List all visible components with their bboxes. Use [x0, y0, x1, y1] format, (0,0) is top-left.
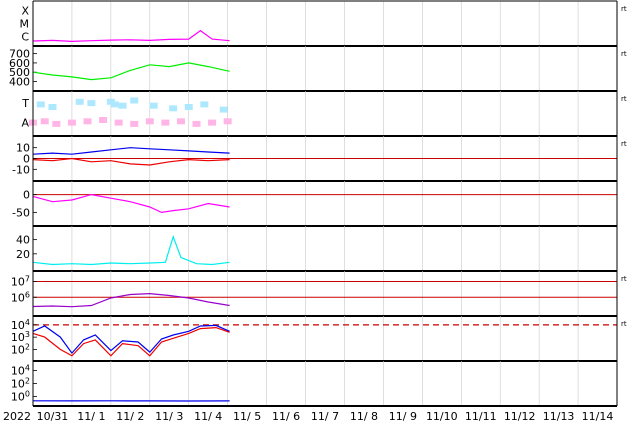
series-line: [32, 29, 230, 43]
panel-high-energy-proton: 100102104: [11, 361, 618, 407]
x-tick-label: 11/ 2: [116, 410, 144, 423]
x-tick-label: 11/ 3: [155, 410, 183, 423]
panel-electron-flux: 106107: [11, 271, 618, 317]
scatter-point: [110, 101, 119, 108]
scatter-point: [114, 119, 123, 126]
scatter-point: [219, 106, 228, 113]
edge-tag-3: rt: [621, 95, 627, 103]
y-category-label: A: [21, 117, 29, 130]
scatter-point: [161, 119, 170, 126]
edge-tag-4: rt: [621, 140, 627, 148]
series-line: [32, 147, 230, 155]
y-tick-label: 102: [11, 377, 30, 391]
series-line: [32, 193, 230, 214]
y-category-label: X: [21, 5, 29, 18]
y-category-label: C: [21, 31, 29, 44]
x-tick-label: 11/ 7: [311, 410, 339, 423]
x-tick-label: 10/31: [37, 410, 69, 423]
y-tick-label: 100: [11, 390, 30, 404]
x-tick-label: 11/12: [504, 410, 536, 423]
x-axis: 2022 10/31 11/ 1 11/ 2 11/ 3 11/ 4 11/ 5 11/ 6…: [3, 410, 613, 423]
y-tick-label: 10: [16, 142, 30, 155]
x-tick-label: 11/14: [582, 410, 614, 423]
scatter-point: [75, 98, 84, 105]
scatter-point: [200, 101, 209, 108]
scatter-point: [130, 97, 139, 104]
y-tick-label: 40: [16, 234, 30, 247]
panel-kp-like: 2040: [16, 226, 618, 272]
scatter-point: [223, 118, 232, 125]
x-tick-label: 11/ 9: [389, 410, 417, 423]
scatter-point: [118, 102, 127, 109]
panel-imf-sector: AT: [21, 91, 618, 137]
y-tick-label: 0: [23, 189, 30, 202]
scatter-point: [36, 101, 45, 108]
edge-tag-2: rt: [621, 50, 627, 58]
scatter-point: [52, 120, 61, 127]
space-weather-stack: CMX400500600700AT-10010-5002040106107102…: [3, 0, 618, 423]
x-tick-label: 11/11: [465, 410, 497, 423]
y-tick-label: -50: [12, 206, 30, 219]
x-tick-label: 11/ 5: [233, 410, 261, 423]
x-tick-label: 11/10: [426, 410, 458, 423]
scatter-point: [130, 120, 139, 127]
y-category-label: T: [21, 97, 29, 110]
edge-tag-8: rt: [621, 320, 627, 328]
scatter-point: [87, 100, 96, 107]
scatter-point: [48, 104, 57, 110]
y-tick-label: 102: [11, 342, 30, 356]
scatter-point: [83, 118, 92, 125]
y-tick-label: 700: [9, 48, 30, 61]
series-line: [32, 324, 230, 355]
y-category-label: M: [20, 18, 30, 31]
series-line: [32, 62, 230, 81]
panels-layer: CMX400500600700AT-10010-5002040106107102…: [9, 0, 618, 407]
series-line: [32, 234, 230, 266]
x-axis-year: 2022: [3, 410, 31, 423]
y-tick-label: 107: [11, 275, 30, 289]
scatter-point: [184, 104, 193, 110]
panel-solar-wind-speed: 400500600700: [9, 46, 618, 92]
y-tick-label: 106: [11, 290, 30, 304]
x-tick-label: 11/ 1: [77, 410, 105, 423]
scatter-point: [145, 118, 154, 125]
scatter-point: [99, 117, 108, 123]
scatter-point: [40, 118, 49, 125]
edge-tag-7: rt: [621, 275, 627, 283]
panel-dst-index: -500: [12, 181, 618, 227]
x-tick-label: 11/13: [543, 410, 575, 423]
y-tick-label: 20: [16, 248, 30, 261]
x-tick-label: 11/ 6: [272, 410, 300, 423]
scatter-point: [169, 105, 178, 112]
scatter-point: [149, 102, 158, 109]
panel-xray-class: CMX: [20, 0, 618, 47]
x-tick-label: 11/ 4: [194, 410, 222, 423]
y-tick-label: 104: [11, 364, 30, 378]
scatter-point: [208, 119, 217, 126]
scatter-point: [176, 118, 185, 125]
series-line: [32, 157, 230, 166]
edge-tag-1: rt: [621, 5, 627, 13]
series-line: [32, 292, 230, 308]
x-tick-label: 11/ 8: [350, 410, 378, 423]
scatter-point: [192, 120, 201, 127]
panel-imf-bz-bt: -10010: [12, 136, 618, 182]
panel-proton-flux: 102103104: [11, 316, 618, 362]
scatter-point: [67, 119, 76, 126]
